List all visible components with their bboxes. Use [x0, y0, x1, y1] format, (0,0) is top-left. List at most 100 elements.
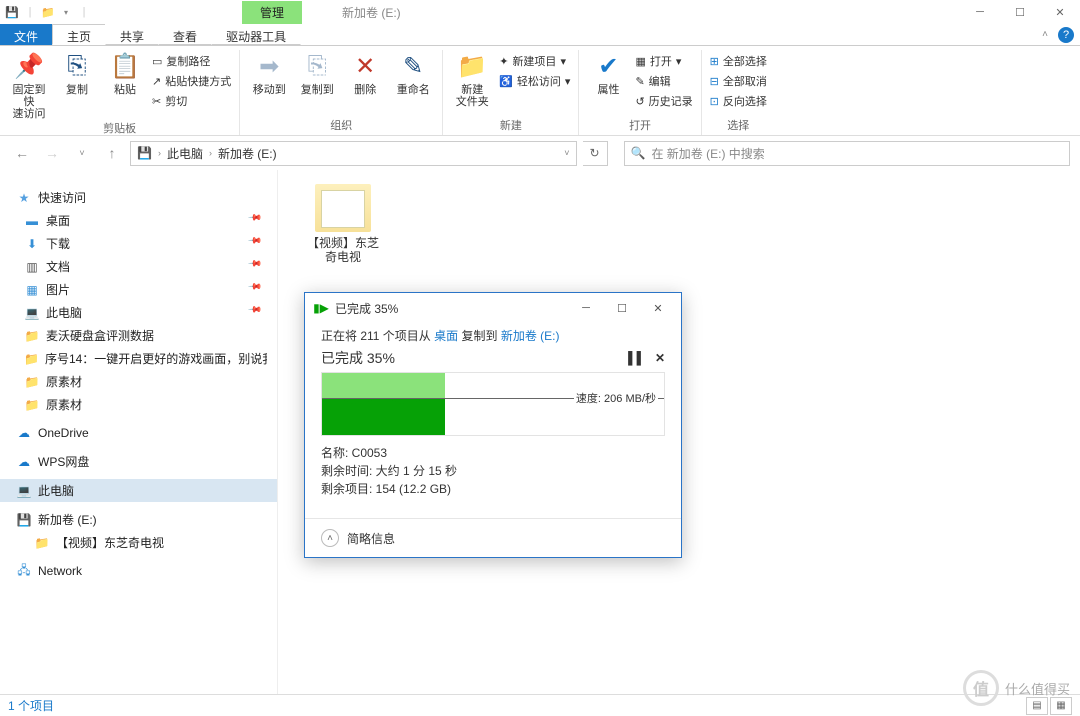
- breadcrumb[interactable]: 💾 › 此电脑 › 新加卷 (E:) ˅: [130, 141, 577, 166]
- open-button[interactable]: ▦打开 ▾: [635, 52, 692, 70]
- select-invert-button[interactable]: ⊡反向选择: [710, 92, 767, 110]
- chevron-right-icon[interactable]: ›: [205, 148, 216, 158]
- sidebar-item-documents[interactable]: ▥文档📌: [0, 255, 277, 278]
- paste-button[interactable]: 📋 粘贴: [104, 50, 146, 96]
- ribbon-collapse-icon[interactable]: ˄: [1036, 26, 1054, 44]
- qat-sep2: |: [76, 4, 92, 20]
- folder-large-icon: [315, 184, 371, 232]
- dialog-close-button[interactable]: ✕: [643, 297, 673, 319]
- close-button[interactable]: ✕: [1040, 0, 1080, 24]
- group-label-select: 选择: [710, 117, 767, 135]
- folder-qat-icon[interactable]: 📁: [40, 4, 56, 20]
- sidebar-item-folder2[interactable]: 📁序号14：一键开启更好的游戏画面，别说我没告诉: [0, 347, 277, 370]
- breadcrumb-thispc[interactable]: 此电脑: [167, 145, 203, 162]
- sidebar-item-network[interactable]: 🖧Network: [0, 560, 277, 582]
- dialog-footer: ˄ 简略信息: [305, 518, 681, 557]
- tab-drive-tools[interactable]: 驱动器工具: [211, 24, 301, 45]
- tab-share[interactable]: 共享: [105, 24, 159, 45]
- watermark: 值 什么值得买: [963, 670, 1070, 706]
- delete-button[interactable]: ✕删除: [344, 50, 386, 96]
- speed-label: 速度: 206 MB/秒: [574, 390, 658, 406]
- thispc-icon: 💻: [24, 305, 40, 321]
- speed-graph: 速度: 206 MB/秒: [321, 372, 665, 436]
- desktop-icon: ▬: [24, 213, 40, 229]
- breadcrumb-volume[interactable]: 新加卷 (E:): [218, 145, 277, 162]
- easy-access-icon: ♿: [499, 75, 513, 88]
- sidebar-item-folder1[interactable]: 📁麦沃硬盘盒评测数据: [0, 324, 277, 347]
- ribbon-group-clipboard: 📌 固定到快 速访问 ⎘ 复制 📋 粘贴 ▭复制路径 ↗粘贴快捷方式 ✂剪切 剪…: [0, 50, 240, 135]
- properties-button[interactable]: ✔属性: [587, 50, 629, 96]
- dialog-title: 已完成 35%: [335, 300, 398, 317]
- sidebar-item-quickaccess[interactable]: ★快速访问: [0, 186, 277, 209]
- cut-button[interactable]: ✂剪切: [152, 92, 231, 110]
- sidebar-item-folder4[interactable]: 📁原素材: [0, 393, 277, 416]
- properties-icon: ✔: [592, 50, 624, 82]
- sidebar: ★快速访问 ▬桌面📌 ⬇下载📌 ▥文档📌 ▦图片📌 💻此电脑📌 📁麦沃硬盘盒评测…: [0, 170, 278, 706]
- copy-from-link[interactable]: 桌面: [434, 329, 458, 343]
- search-input[interactable]: 🔍 在 新加卷 (E:) 中搜索: [624, 141, 1071, 166]
- move-to-button[interactable]: ➡移动到: [248, 50, 290, 96]
- copy-button[interactable]: ⎘ 复制: [56, 50, 98, 96]
- brief-info-toggle[interactable]: 简略信息: [347, 530, 395, 547]
- back-button[interactable]: ←: [10, 141, 34, 165]
- copy-path-button[interactable]: ▭复制路径: [152, 52, 231, 70]
- select-none-button[interactable]: ⊟全部取消: [710, 72, 767, 90]
- tab-home[interactable]: 主页: [52, 24, 106, 45]
- sidebar-item-video[interactable]: 📁【视频】东芝奇电视: [0, 531, 277, 554]
- sidebar-item-pictures[interactable]: ▦图片📌: [0, 278, 277, 301]
- drive-small-icon: 💾: [137, 146, 152, 160]
- refresh-button[interactable]: ↻: [583, 141, 608, 166]
- edit-icon: ✎: [635, 75, 644, 88]
- chevron-down-icon[interactable]: ˅: [564, 148, 569, 158]
- pause-button[interactable]: ▐▐: [624, 351, 641, 365]
- moveto-icon: ➡: [253, 50, 285, 82]
- maximize-button[interactable]: ☐: [1000, 0, 1040, 24]
- chevron-up-icon[interactable]: ˄: [321, 529, 339, 547]
- cancel-copy-button[interactable]: ✕: [655, 351, 665, 365]
- rename-button[interactable]: ✎重命名: [392, 50, 434, 96]
- sidebar-item-desktop[interactable]: ▬桌面📌: [0, 209, 277, 232]
- qat-chevron[interactable]: ▾: [58, 4, 74, 20]
- easy-access-button[interactable]: ♿轻松访问 ▾: [499, 72, 570, 90]
- new-folder-button[interactable]: 📁新建 文件夹: [451, 50, 493, 108]
- copy-to-link[interactable]: 新加卷 (E:): [501, 329, 560, 343]
- sidebar-item-thispc2[interactable]: 💻此电脑: [0, 479, 277, 502]
- clipboard-icon: 📋: [109, 50, 141, 82]
- sidebar-item-wps[interactable]: ☁WPS网盘: [0, 450, 277, 473]
- sidebar-item-thispc[interactable]: 💻此电脑📌: [0, 301, 277, 324]
- folder-icon: 📁: [24, 374, 40, 390]
- sidebar-item-newvol[interactable]: 💾新加卷 (E:): [0, 508, 277, 531]
- chevron-right-icon[interactable]: ›: [154, 148, 165, 158]
- sidebar-item-folder3[interactable]: 📁原素材: [0, 370, 277, 393]
- folder-item[interactable]: 【视频】东芝奇电视: [298, 184, 388, 265]
- copy-to-button[interactable]: ⎘复制到: [296, 50, 338, 96]
- forward-button[interactable]: →: [40, 141, 64, 165]
- history-button[interactable]: ↺历史记录: [635, 92, 692, 110]
- dialog-maximize-button[interactable]: ☐: [607, 297, 637, 319]
- select-none-icon: ⊟: [710, 75, 719, 88]
- quick-access-toolbar: 💾 | 📁 ▾ |: [0, 4, 92, 20]
- tab-view[interactable]: 查看: [158, 24, 212, 45]
- dialog-minimize-button[interactable]: ─: [571, 297, 601, 319]
- delete-x-icon: ✕: [349, 50, 381, 82]
- pin-icon: 📌: [247, 279, 268, 300]
- watermark-icon: 值: [963, 670, 999, 706]
- recent-locations-button[interactable]: ˅: [70, 141, 94, 165]
- minimize-button[interactable]: ─: [960, 0, 1000, 24]
- pin-icon: 📌: [247, 256, 268, 277]
- paste-shortcut-button[interactable]: ↗粘贴快捷方式: [152, 72, 231, 90]
- new-item-button[interactable]: ✦新建项目 ▾: [499, 52, 570, 70]
- completed-percent: 已完成 35%: [321, 348, 395, 368]
- up-button[interactable]: ↑: [100, 141, 124, 165]
- sidebar-item-downloads[interactable]: ⬇下载📌: [0, 232, 277, 255]
- select-all-button[interactable]: ⊞全部选择: [710, 52, 767, 70]
- thispc-icon: 💻: [16, 483, 32, 499]
- pin-quickaccess-button[interactable]: 📌 固定到快 速访问: [8, 50, 50, 120]
- contextual-tab-header: 管理: [242, 1, 302, 24]
- help-icon[interactable]: ?: [1058, 27, 1074, 43]
- dialog-titlebar[interactable]: ▮▶ 已完成 35% ─ ☐ ✕: [305, 293, 681, 323]
- tab-file[interactable]: 文件: [0, 24, 53, 45]
- edit-button[interactable]: ✎编辑: [635, 72, 692, 90]
- folder-icon: 📁: [24, 351, 39, 367]
- sidebar-item-onedrive[interactable]: ☁OneDrive: [0, 422, 277, 444]
